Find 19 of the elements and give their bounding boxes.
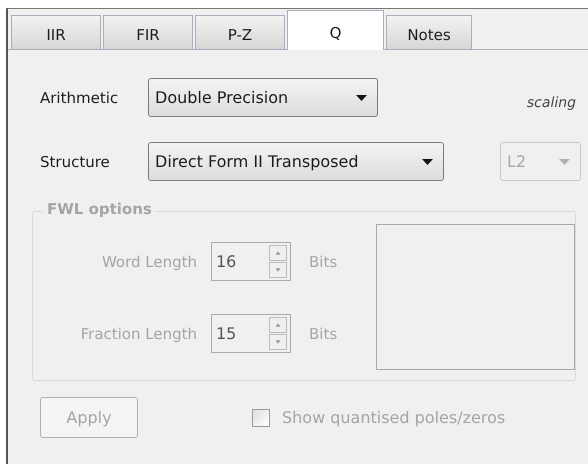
caret-icon [559, 158, 570, 164]
tab[interactable]: Notes [386, 15, 472, 49]
tab[interactable]: P-Z [195, 15, 285, 49]
tab[interactable]: Q [287, 10, 384, 50]
field-label: scaling [526, 94, 576, 110]
group-title: FWL options [43, 200, 156, 218]
unit-label: Bits [309, 252, 338, 270]
field-label: Structure [39, 152, 111, 170]
tab[interactable]: FIR [103, 15, 193, 49]
field-label: Fraction Length [80, 324, 198, 342]
unit-label: Bits [309, 324, 338, 342]
field-label: Word Length [100, 252, 198, 270]
dropdown[interactable]: Direct Form II Transposed [148, 142, 444, 181]
caret-icon [356, 94, 367, 100]
dropdown[interactable]: Double Precision [148, 78, 378, 117]
field-label: Arithmetic [39, 88, 120, 106]
checkbox-label: Show quantised poles/zeros [282, 408, 506, 427]
caret-icon [422, 158, 433, 164]
tab[interactable]: IIR [11, 15, 101, 49]
